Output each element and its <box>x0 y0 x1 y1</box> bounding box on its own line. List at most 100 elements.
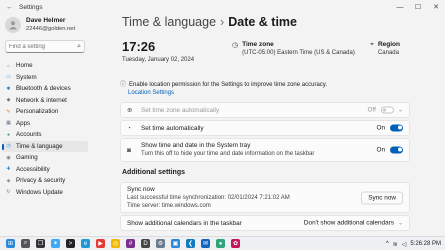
chrome-icon[interactable]: ◎ <box>111 239 120 248</box>
controller-icon: ◉ <box>6 154 11 161</box>
minimize-button[interactable]: — <box>391 0 409 14</box>
sidebar-item-personalization[interactable]: ✎ Personalization <box>2 106 88 118</box>
start-icon[interactable]: ⊞ <box>6 239 15 248</box>
sidebar-item-accounts[interactable]: ● Accounts <box>2 129 88 141</box>
set-time-zone-auto-row: ⊕ Set time zone automatically Off ⌄ <box>120 102 410 118</box>
tray-volume-icon[interactable]: ◁ <box>402 241 407 248</box>
user-profile[interactable]: Dave Helmer 22446@golden.net <box>5 17 75 33</box>
sidebar-item-label: System <box>16 73 37 81</box>
sidebar-item-network-internet[interactable]: ◆ Network & internet <box>2 95 88 107</box>
breadcrumb-parent[interactable]: Time & language <box>122 15 216 29</box>
additional-calendars-row: Show additional calendars in the taskbar… <box>120 215 410 231</box>
apps-icon: ▦ <box>6 120 11 127</box>
bluetooth-icon: ✱ <box>6 85 11 92</box>
time-server-text: Time server: time.windows.com <box>127 202 211 209</box>
close-button[interactable]: ✕ <box>427 0 445 14</box>
sidebar-item-label: Accounts <box>16 131 42 139</box>
sidebar-item-label: Network & internet <box>16 96 67 104</box>
breadcrumb: Time & language › Date & time <box>122 15 297 29</box>
youtube-icon[interactable]: ▶ <box>96 239 105 248</box>
search-input[interactable] <box>9 43 71 50</box>
sidebar-item-label: Time & language <box>16 142 63 150</box>
copilot-icon[interactable]: ✦ <box>51 239 60 248</box>
monitor-icon: ▭ <box>6 74 11 81</box>
mail-icon[interactable]: ✉ <box>201 239 210 248</box>
window-controls: — ☐ ✕ <box>391 0 445 14</box>
sidebar-item-label: Bluetooth & devices <box>16 85 71 93</box>
title-bar: ← Settings — ☐ ✕ <box>0 0 445 14</box>
sync-now-row: Sync now Last successful time synchroniz… <box>120 182 410 213</box>
time-zone-summary: ◷ Time zone (UTC-05:00) Eastern Time (US… <box>232 41 355 57</box>
avatar <box>5 17 21 33</box>
set-time-auto-toggle[interactable] <box>390 124 403 132</box>
notice-text: Enable location permission for the Setti… <box>129 82 328 88</box>
shield-icon: ◈ <box>6 177 11 184</box>
set-time-zone-auto-state: Off <box>367 106 376 114</box>
search-icon[interactable]: ⌕ <box>77 43 81 51</box>
show-time-tray-row: ◙ Show time and date in the System tray … <box>120 138 410 162</box>
store-icon[interactable]: ▣ <box>171 239 180 248</box>
additional-calendars-dropdown[interactable]: Don't show additional calendars ⌄ <box>304 220 403 227</box>
sidebar-item-time-language[interactable]: ◷ Time & language <box>2 140 88 152</box>
window-title: Settings <box>19 3 43 11</box>
tray-wifi-icon[interactable]: ≋ <box>393 241 398 248</box>
sync-now-button[interactable]: Sync now <box>361 191 403 204</box>
terminal-icon[interactable]: > <box>66 239 75 248</box>
location-settings-link[interactable]: Location Settings <box>120 89 410 97</box>
show-time-tray-toggle[interactable] <box>390 146 403 154</box>
location-notice: ⓘ Enable location permission for the Sett… <box>120 81 410 97</box>
current-time: 17:26 <box>122 39 156 54</box>
pinned-icon[interactable]: ● <box>216 239 225 248</box>
sidebar-item-apps[interactable]: ▦ Apps <box>2 118 88 130</box>
show-time-tray-state: On <box>376 146 385 154</box>
set-time-auto-control: On <box>376 125 403 132</box>
search-taskbar-icon[interactable]: ⌕ <box>21 239 30 248</box>
sidebar-item-home[interactable]: ⌂ Home <box>2 60 88 72</box>
show-time-tray-description: Turn this off to hide your time and date… <box>141 151 315 157</box>
breadcrumb-separator: › <box>220 15 225 29</box>
profile-email: 22446@golden.net <box>26 26 76 32</box>
settings-app-icon[interactable]: ⚙ <box>156 239 165 248</box>
maximize-button[interactable]: ☐ <box>409 0 427 14</box>
sidebar-item-accessibility[interactable]: ✚ Accessibility <box>2 164 88 176</box>
current-date: Tuesday, January 02, 2024 <box>122 57 195 63</box>
taskbar-clock-icon: ◙ <box>127 146 131 154</box>
sidebar-item-gaming[interactable]: ◉ Gaming <box>2 152 88 164</box>
sidebar-item-label: Apps <box>16 119 31 127</box>
profile-name: Dave Helmer <box>26 17 66 24</box>
update-icon: ↻ <box>6 189 11 196</box>
dev-icon[interactable]: D <box>141 239 150 248</box>
page-title: Date & time <box>228 15 297 29</box>
set-time-zone-auto-toggle[interactable] <box>380 106 394 114</box>
chevron-down-icon: ⌄ <box>397 220 403 227</box>
user-avatar-icon <box>9 21 17 30</box>
location-icon: ⌖ <box>370 41 374 48</box>
set-time-zone-auto-label: Set time zone automatically <box>141 106 220 114</box>
tray-clock[interactable]: 5:26:28 PM <box>410 241 441 247</box>
sidebar-item-windows-update[interactable]: ↻ Windows Update <box>2 187 88 199</box>
sidebar-item-bluetooth-devices[interactable]: ✱ Bluetooth & devices <box>2 83 88 95</box>
additional-calendars-label: Show additional calendars in the taskbar <box>127 219 242 227</box>
back-arrow-icon[interactable]: ← <box>6 4 13 11</box>
taskbar: ⊞ ⌕ ❐ ✦ > e ▶ ◎ # D ⚙ ▣ ❮ ✉ ● ✿ ^ ≋ ◁ 5:26:28 PM <box>0 236 445 250</box>
show-time-tray-label: Show time and date in the System tray <box>141 142 251 149</box>
edge-icon[interactable]: e <box>81 239 90 248</box>
brush-icon: ✎ <box>6 108 11 115</box>
slack-icon[interactable]: # <box>126 239 135 248</box>
sidebar-item-system[interactable]: ▭ System <box>2 72 88 84</box>
task-view-icon[interactable]: ❐ <box>36 239 45 248</box>
globe-icon: ⊕ <box>127 107 133 114</box>
search-box[interactable]: ⌕ <box>5 40 85 53</box>
last-sync-text: Last successful time synchronization: 02… <box>127 194 290 201</box>
system-tray: ^ ≋ ◁ 5:26:28 PM <box>382 237 441 250</box>
set-time-auto-label: Set time automatically <box>141 124 204 132</box>
region-label: Region <box>377 41 400 48</box>
show-time-tray-text: Show time and date in the System tray Tu… <box>141 142 314 158</box>
vscode-icon[interactable]: ❮ <box>186 239 195 248</box>
photos-icon[interactable]: ✿ <box>231 239 240 248</box>
tray-chevron-icon[interactable]: ^ <box>386 241 389 247</box>
chevron-down-icon[interactable]: ⌄ <box>398 107 403 114</box>
person-icon: ● <box>6 131 11 138</box>
sidebar-item-privacy-security[interactable]: ◈ Privacy & security <box>2 175 88 187</box>
home-icon: ⌂ <box>6 62 11 69</box>
